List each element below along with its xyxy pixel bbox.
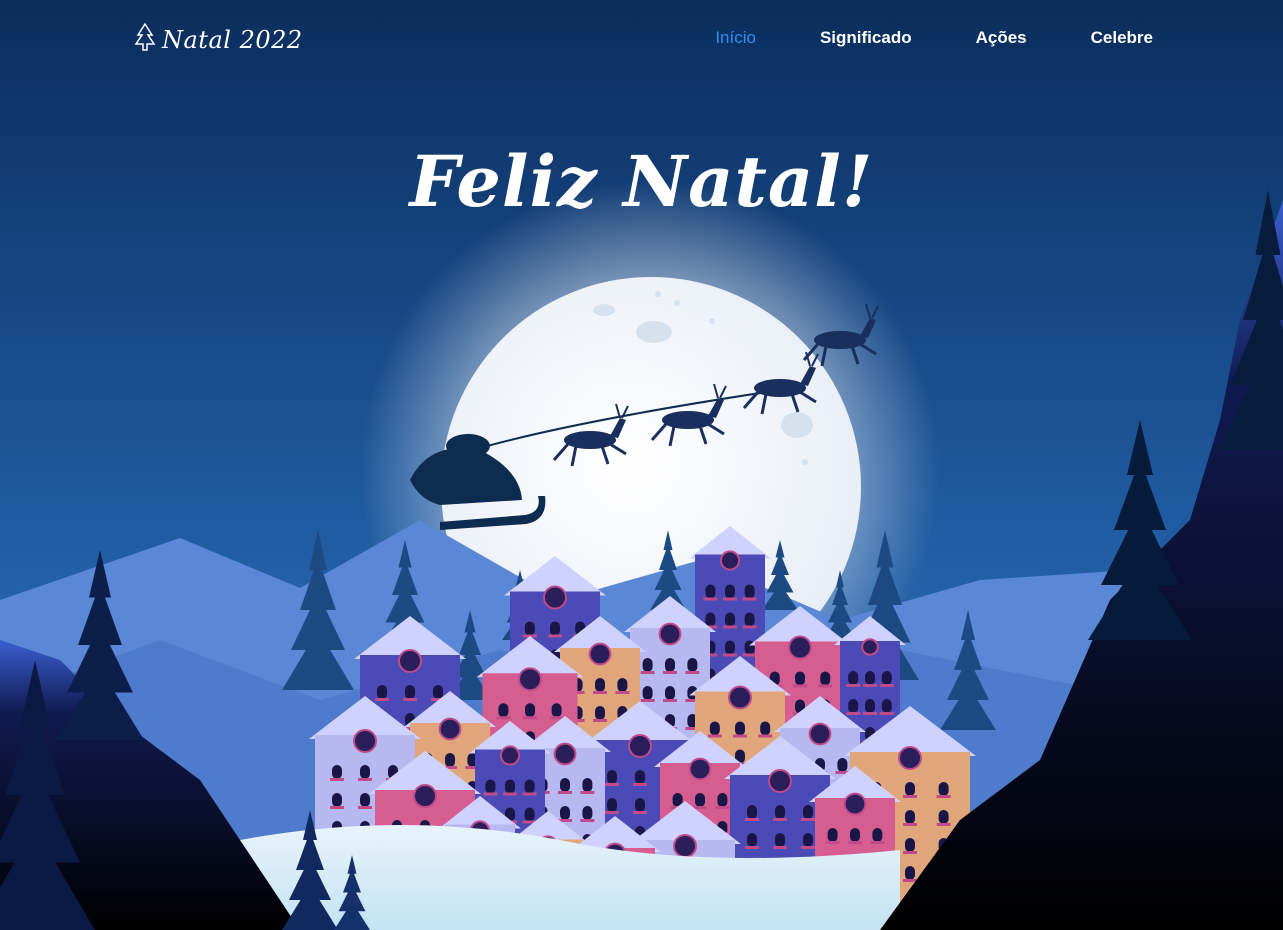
site-header: Natal 2022 Início Significado Ações Cele…	[0, 0, 1283, 80]
nav-link-celebre[interactable]: Celebre	[1091, 28, 1153, 48]
logo[interactable]: Natal 2022	[134, 22, 303, 57]
nav-link-inicio[interactable]: Início	[715, 28, 756, 48]
hero-title: Feliz Natal!	[409, 140, 874, 223]
christmas-tree-icon	[134, 22, 156, 57]
main-nav: Início Significado Ações Celebre	[715, 28, 1153, 48]
logo-text: Natal 2022	[162, 25, 303, 54]
nav-link-significado[interactable]: Significado	[820, 28, 912, 48]
nav-link-acoes[interactable]: Ações	[976, 28, 1027, 48]
